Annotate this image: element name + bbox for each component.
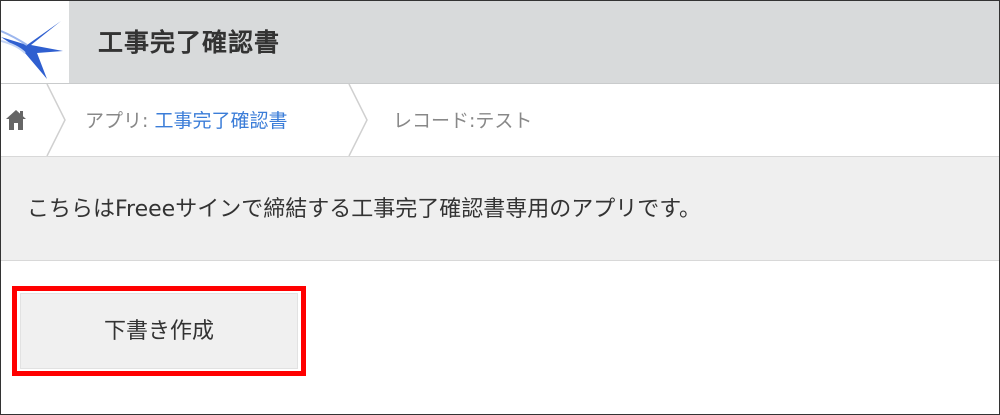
breadcrumb-separator xyxy=(348,84,368,156)
app-description: こちらはFreeeサインで締結する工事完了確認書専用のアプリです。 xyxy=(1,157,999,261)
home-icon xyxy=(6,110,26,130)
app-title: 工事完了確認書 xyxy=(98,28,281,57)
app-icon[interactable] xyxy=(1,1,69,83)
breadcrumb-app-prefix: アプリ: xyxy=(85,110,149,132)
breadcrumb-record-prefix: レコード: xyxy=(393,110,476,132)
breadcrumb-app: アプリ: 工事完了確認書 xyxy=(85,106,287,133)
breadcrumb-record: レコード:テスト xyxy=(393,106,532,133)
breadcrumb-home[interactable] xyxy=(1,84,41,156)
app-window: 工事完了確認書 アプリ: 工事完了確認書 レコード:テスト こちらはFreeeサ… xyxy=(0,0,1000,415)
app-description-text: こちらはFreeeサインで締結する工事完了確認書専用のアプリです。 xyxy=(27,197,702,222)
app-header: 工事完了確認書 xyxy=(1,1,999,84)
breadcrumb: アプリ: 工事完了確認書 レコード:テスト xyxy=(1,84,999,157)
create-draft-button[interactable]: 下書き作成 xyxy=(20,293,298,369)
swallow-bird-icon xyxy=(1,21,63,79)
breadcrumb-record-name: テスト xyxy=(475,110,533,132)
breadcrumb-separator xyxy=(46,84,66,156)
breadcrumb-app-link[interactable]: 工事完了確認書 xyxy=(154,110,287,132)
